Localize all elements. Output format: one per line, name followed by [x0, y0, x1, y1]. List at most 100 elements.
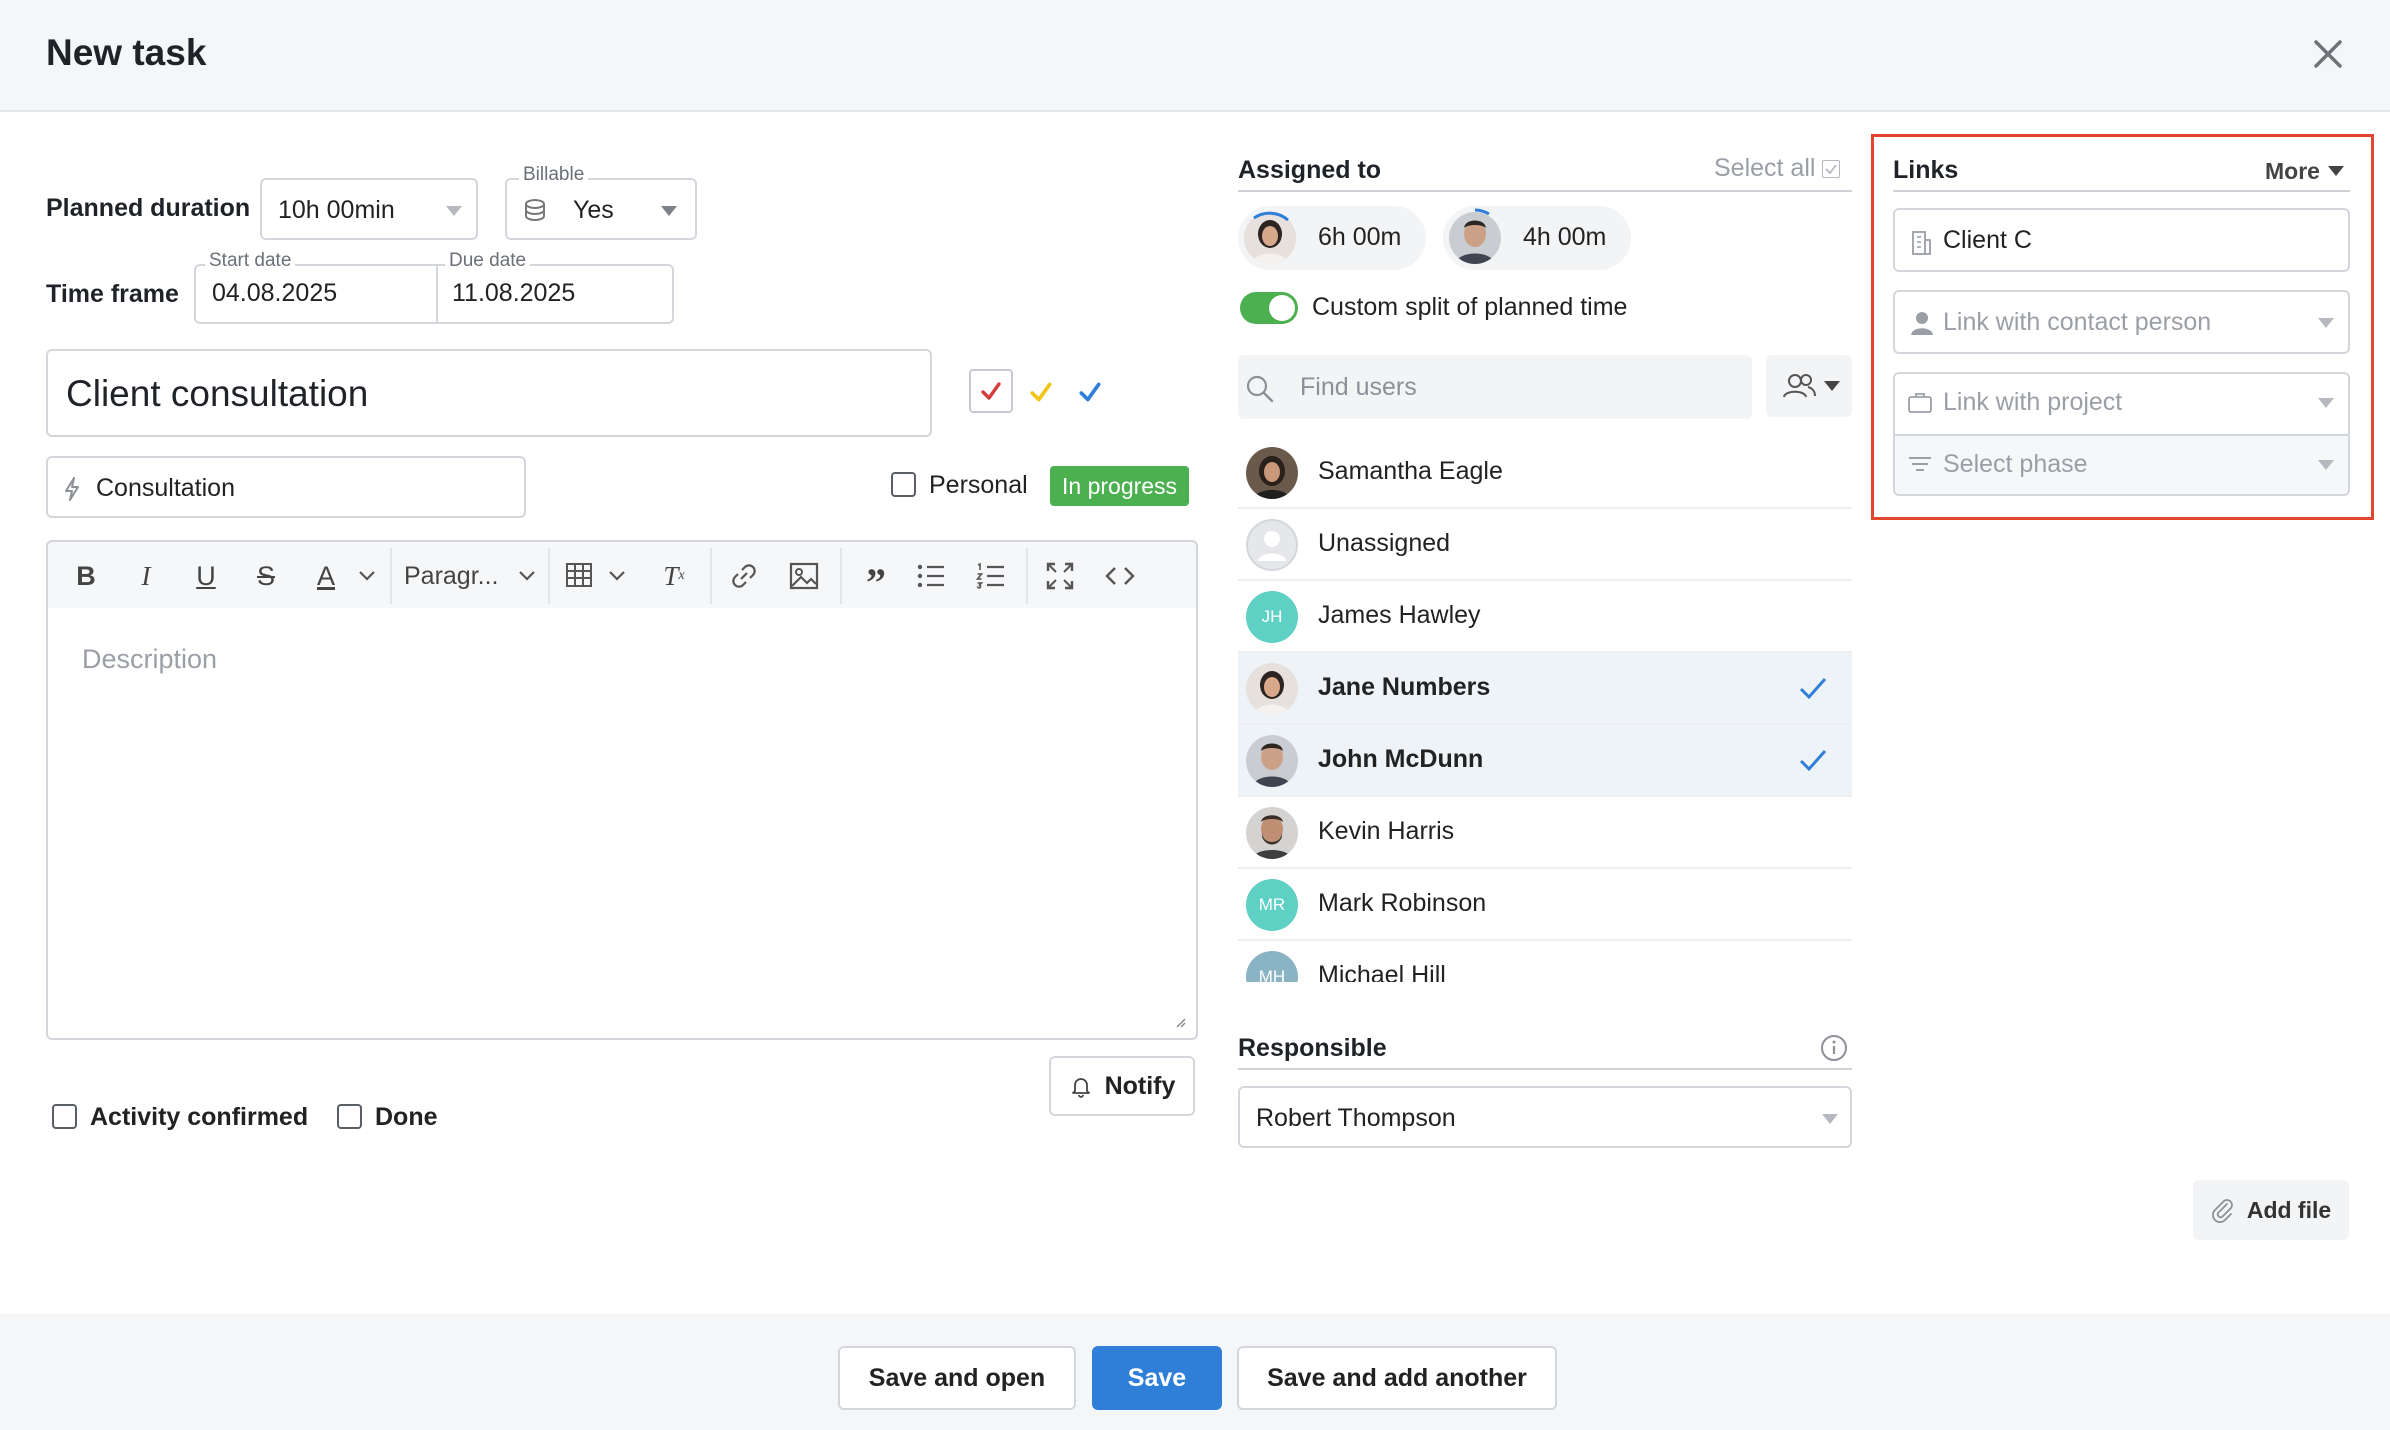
color-red-option[interactable] [969, 369, 1013, 413]
coins-icon [525, 199, 545, 222]
image-icon[interactable] [788, 560, 820, 592]
task-title-input[interactable]: Client consultation [46, 349, 932, 437]
italic-icon[interactable]: I [126, 556, 166, 596]
toolbar-divider [840, 548, 842, 604]
more-menu-button[interactable]: More [2265, 158, 2320, 185]
custom-split-label: Custom split of planned time [1312, 293, 1628, 321]
due-date-input[interactable]: 11.08.2025 [436, 266, 672, 322]
done-checkbox[interactable] [337, 1104, 362, 1129]
info-icon[interactable] [1820, 1034, 1848, 1062]
avatar-initials: MR [1246, 879, 1298, 931]
table-icon[interactable] [564, 560, 594, 590]
project-placeholder: Link with project [1943, 388, 2123, 416]
status-badge[interactable]: In progress [1050, 466, 1190, 506]
clear-format-icon[interactable]: Tx [654, 556, 694, 596]
user-row[interactable]: JH James Hawley [1238, 581, 1852, 653]
users-group-icon [1783, 374, 1816, 398]
assignee-chip[interactable]: 4h 00m [1443, 206, 1631, 270]
avatar [1246, 807, 1298, 859]
progress-ring-icon [1253, 211, 1289, 222]
contact-placeholder: Link with contact person [1943, 308, 2212, 336]
chevron-down-icon [2318, 460, 2334, 470]
numbered-list-icon[interactable] [976, 562, 1006, 590]
chevron-down-icon [1824, 381, 1840, 391]
phase-icon [1909, 457, 1931, 471]
phase-select[interactable]: Select phase [1895, 436, 2348, 494]
paragraph-format-select[interactable]: Paragr... [404, 556, 514, 596]
task-type-select[interactable]: Consultation [46, 456, 526, 518]
contact-person-select[interactable]: Link with contact person [1893, 290, 2350, 354]
checkmark-icon [1799, 678, 1827, 700]
underline-icon[interactable]: U [186, 556, 226, 596]
planned-duration-label: Planned duration [46, 194, 251, 222]
user-groups-button[interactable] [1766, 355, 1852, 417]
source-code-icon[interactable] [1104, 562, 1136, 590]
fullscreen-icon[interactable] [1044, 560, 1076, 592]
checkmark-yellow-icon[interactable] [1028, 379, 1054, 405]
dialog-header: New task [0, 0, 2390, 112]
chevron-down-icon[interactable] [518, 570, 536, 582]
bell-icon [1071, 1078, 1090, 1098]
start-date-input[interactable]: 04.08.2025 [196, 266, 434, 322]
start-date-value: 04.08.2025 [212, 279, 338, 307]
find-users-input[interactable]: Find users [1238, 355, 1752, 419]
user-row[interactable]: Kevin Harris [1238, 797, 1852, 869]
font-color-icon[interactable]: A [306, 556, 346, 596]
activity-confirmed-checkbox[interactable] [52, 1104, 77, 1129]
chevron-down-icon[interactable] [358, 570, 376, 582]
notify-button[interactable]: Notify [1049, 1056, 1195, 1116]
assignee-chip[interactable]: 6h 00m [1238, 206, 1426, 270]
bold-icon[interactable]: B [66, 556, 106, 596]
description-editor[interactable]: Description [46, 608, 1198, 1040]
select-all-checkbox[interactable] [1822, 160, 1840, 178]
add-file-button[interactable]: Add file [2193, 1180, 2349, 1240]
user-row-selected[interactable]: John McDunn [1238, 725, 1852, 797]
toolbar-divider [548, 548, 550, 604]
activity-confirmed-label: Activity confirmed [90, 1103, 309, 1131]
billable-value: Yes [573, 196, 614, 224]
save-button[interactable]: Save [1092, 1346, 1222, 1410]
planned-duration-value: 10h 00min [278, 196, 395, 224]
user-row[interactable]: MR Mark Robinson [1238, 869, 1852, 941]
due-date-label: Due date [445, 250, 531, 272]
more-label: More [2265, 158, 2320, 184]
planned-duration-select[interactable]: 10h 00min [260, 178, 478, 240]
responsible-select[interactable]: Robert Thompson [1238, 1086, 1852, 1148]
task-type-value: Consultation [96, 474, 235, 502]
select-all-link[interactable]: Select all [1714, 154, 1815, 183]
save-and-open-button[interactable]: Save and open [838, 1346, 1076, 1410]
resize-handle-icon[interactable] [1174, 1016, 1186, 1028]
user-row[interactable]: Samantha Eagle [1238, 437, 1852, 509]
assigned-to-title: Assigned to [1238, 156, 1382, 184]
avatar [1246, 447, 1298, 499]
link-icon[interactable] [728, 560, 760, 592]
save-and-add-another-button[interactable]: Save and add another [1237, 1346, 1557, 1410]
bullet-list-icon[interactable] [916, 562, 946, 590]
avatar [1246, 519, 1298, 571]
close-icon[interactable] [2306, 32, 2350, 76]
project-select[interactable]: Link with project [1895, 374, 2348, 432]
divider [1238, 190, 1852, 192]
person-icon [1911, 312, 1933, 335]
toggle-knob [1269, 295, 1295, 321]
custom-split-toggle[interactable] [1240, 292, 1298, 324]
billable-select[interactable]: Yes [505, 178, 697, 240]
chevron-down-icon[interactable] [608, 570, 626, 582]
paperclip-icon [2211, 1199, 2233, 1223]
checkmark-blue-icon[interactable] [1077, 379, 1103, 405]
client-link-field[interactable]: Client C [1893, 208, 2350, 272]
strikethrough-icon[interactable]: S [246, 556, 286, 596]
due-date-value: 11.08.2025 [452, 279, 576, 307]
chevron-down-icon [446, 206, 462, 216]
search-icon [1246, 375, 1274, 403]
start-date-label: Start date [205, 250, 296, 272]
user-name: Samantha Eagle [1318, 457, 1503, 485]
personal-checkbox[interactable] [891, 472, 916, 497]
chevron-down-icon [661, 206, 677, 216]
user-row-selected[interactable]: Jane Numbers [1238, 653, 1852, 725]
chevron-down-icon [2318, 318, 2334, 328]
user-row[interactable]: MH Michael Hill [1238, 941, 1852, 982]
blockquote-icon[interactable]: ” [856, 560, 896, 605]
building-icon [1912, 231, 1931, 255]
user-row[interactable]: Unassigned [1238, 509, 1852, 581]
